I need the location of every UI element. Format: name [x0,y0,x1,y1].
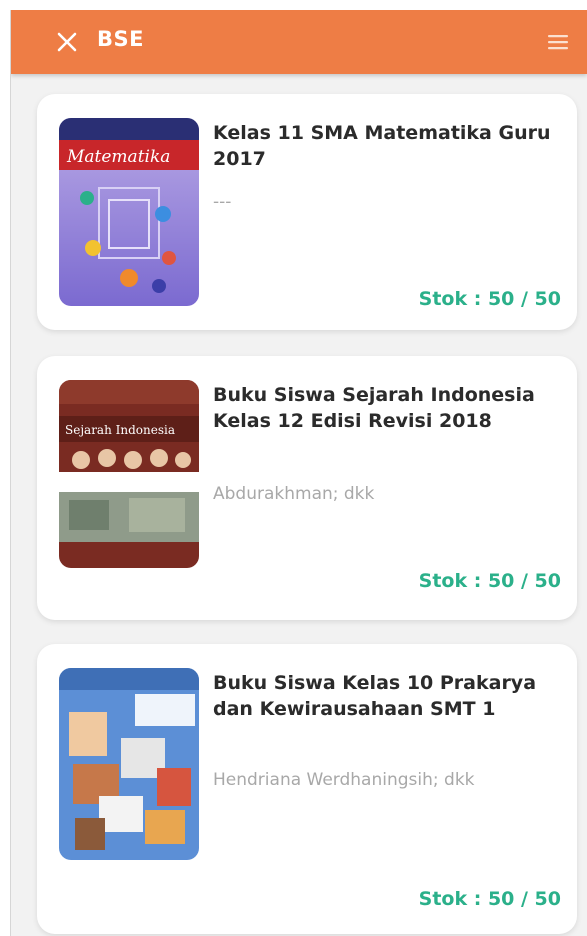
stock-count: Stok : 50 / 50 [418,570,561,592]
close-button[interactable] [51,26,83,58]
book-author: Hendriana Werdhaningsih; dkk [213,770,475,790]
book-title: Kelas 11 SMA Matematika Guru 2017 [213,122,551,170]
book-card[interactable]: Matematika Kelas 11 SMA Matematika Guru … [37,94,577,330]
app-title: BSE [97,27,144,51]
book-cover-image: Sejarah Indonesia [59,380,199,568]
close-icon [57,32,77,52]
book-card[interactable]: Sejarah Indonesia Buku Siswa Sejarah Ind… [37,356,577,620]
book-author: Abdurakhman; dkk [213,484,375,504]
menu-button[interactable] [545,30,571,54]
book-title: Buku Siswa Sejarah Indonesia Kelas 12 Ed… [213,384,535,432]
stock-count: Stok : 50 / 50 [418,288,561,310]
book-cover-image [59,668,199,860]
stock-count: Stok : 50 / 50 [418,888,561,910]
book-card[interactable]: Buku Siswa Kelas 10 Prakarya dan Kewirau… [37,644,577,934]
book-cover-image: Matematika [59,118,199,306]
hamburger-menu-icon [548,35,568,50]
book-author: --- [213,192,232,212]
app-screen: BSE Matematika Kelas 11 SMA Matematika G… [10,10,587,936]
cover-title-text: Sejarah Indonesia [65,423,175,437]
book-title: Buku Siswa Kelas 10 Prakarya dan Kewirau… [213,672,537,720]
app-bar: BSE [11,10,587,74]
cover-title-text: Matematika [66,147,170,167]
